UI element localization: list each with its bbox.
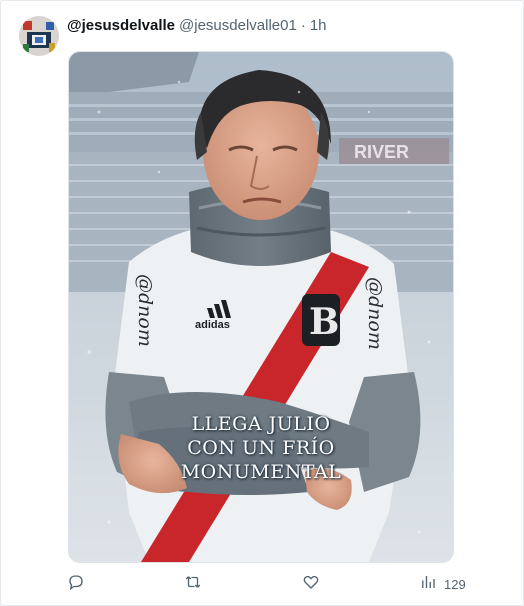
photo-illustration: RIVER B adidas @dnom @dnom xyxy=(69,52,453,562)
separator-dot: · xyxy=(300,16,306,34)
stadium-sign: RIVER xyxy=(354,142,409,162)
tweet-actions: 129 xyxy=(67,573,466,595)
caption-line-2: CON UN FRÍO xyxy=(187,437,335,459)
shirt-brand: adidas xyxy=(195,319,230,331)
views-button[interactable]: 129 xyxy=(419,573,466,595)
timestamp[interactable]: 1h xyxy=(310,17,327,34)
watermark-left: @dnom xyxy=(134,274,156,347)
tweet-image[interactable]: RIVER B adidas @dnom @dnom LLEGA JULIO C… xyxy=(68,51,454,563)
watermark-right: @dnom xyxy=(364,277,386,350)
views-count: 129 xyxy=(444,576,466,592)
image-caption: LLEGA JULIO CON UN FRÍO MONUMENTAL xyxy=(69,412,453,484)
views-chart-icon xyxy=(419,573,437,596)
caption-line-1: LLEGA JULIO xyxy=(191,413,331,435)
retweet-icon xyxy=(184,573,202,596)
user-handle[interactable]: @jesusdelvalle01 xyxy=(179,17,297,34)
shirt-badge: B xyxy=(309,301,339,343)
reply-button[interactable] xyxy=(67,573,85,595)
reply-icon xyxy=(67,573,85,596)
tweet-card: @jesusdelvalle @jesusdelvalle01 · 1h RIV… xyxy=(0,0,524,606)
display-name[interactable]: @jesusdelvalle xyxy=(67,17,175,34)
caption-line-3: MONUMENTAL xyxy=(180,461,342,483)
tweet-header: @jesusdelvalle @jesusdelvalle01 · 1h xyxy=(67,15,327,35)
avatar[interactable] xyxy=(19,16,59,56)
like-button[interactable] xyxy=(302,573,320,595)
heart-icon xyxy=(302,573,320,596)
retweet-button[interactable] xyxy=(184,573,202,595)
